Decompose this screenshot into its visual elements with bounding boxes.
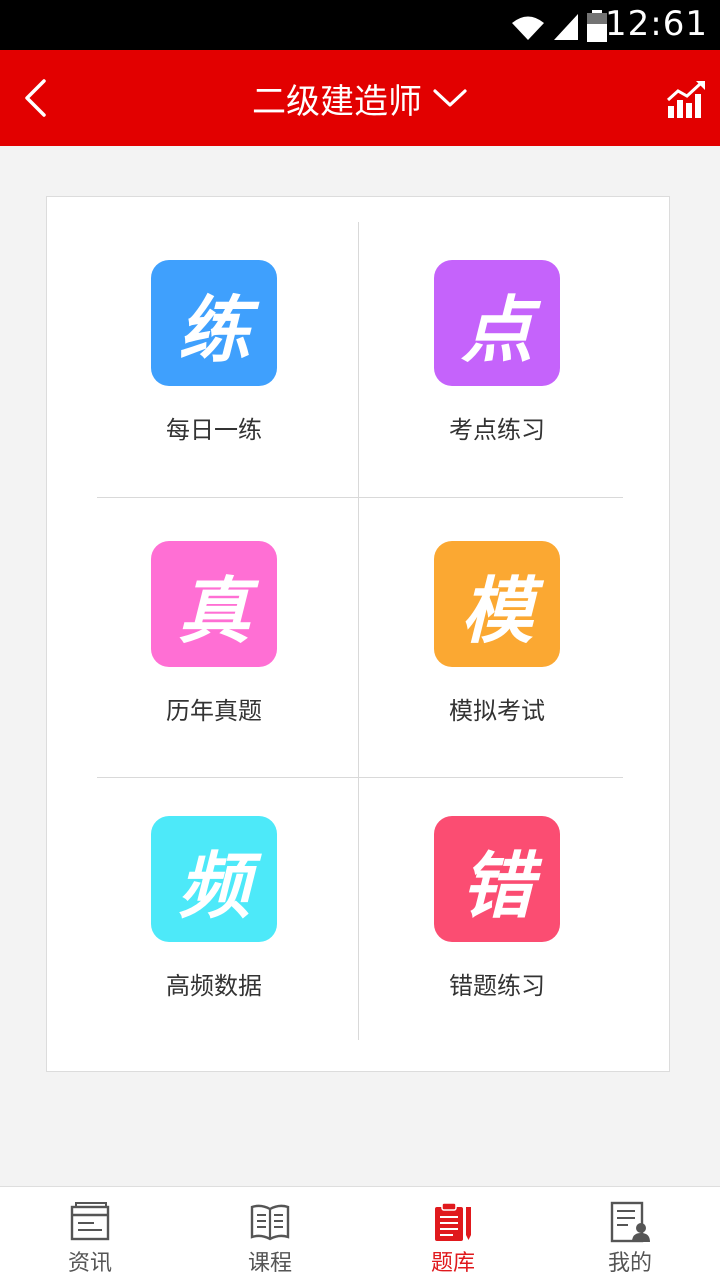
tile-label: 模拟考试 <box>449 697 545 725</box>
tile-glyph: 模 <box>460 567 533 653</box>
nav-item-courses[interactable]: 课程 <box>180 1187 360 1280</box>
tile-glyph: 练 <box>177 286 250 372</box>
wrong-questions-icon: 错 <box>434 816 560 942</box>
tile-daily-practice[interactable]: 练 每日一练 <box>97 260 347 490</box>
grid-divider <box>97 777 623 778</box>
bottom-nav: 资讯 课程 题库 我的 <box>0 1186 720 1280</box>
profile-document-icon <box>610 1201 650 1243</box>
tile-label: 错题练习 <box>449 972 545 1000</box>
tile-past-exams[interactable]: 真 历年真题 <box>97 541 347 771</box>
chevron-down-icon <box>433 89 467 107</box>
keypoint-icon: 点 <box>434 260 560 386</box>
nav-item-news[interactable]: 资讯 <box>0 1187 180 1280</box>
status-bar: 12:61 <box>0 0 720 50</box>
clipboard-pencil-icon <box>435 1202 471 1241</box>
tile-high-frequency[interactable]: 频 高频数据 <box>97 816 347 1046</box>
signal-icon <box>554 14 578 40</box>
nav-item-question-bank[interactable]: 题库 <box>363 1187 543 1280</box>
tile-label: 历年真题 <box>166 697 262 725</box>
nav-label: 资讯 <box>67 1251 112 1276</box>
tile-label: 考点练习 <box>449 416 545 444</box>
nav-item-profile[interactable]: 我的 <box>540 1187 720 1280</box>
high-frequency-icon: 频 <box>151 816 277 942</box>
grid-divider <box>97 497 623 498</box>
app-header: 二级建造师 <box>0 50 720 146</box>
tile-glyph: 频 <box>177 842 250 928</box>
status-time: 12:61 <box>605 4 708 44</box>
nav-label: 课程 <box>247 1251 292 1276</box>
daily-practice-icon: 练 <box>151 260 277 386</box>
tile-glyph: 点 <box>460 286 533 372</box>
tile-mock-exam[interactable]: 模 模拟考试 <box>380 541 630 771</box>
nav-label: 题库 <box>430 1251 475 1276</box>
page-title: 二级建造师 <box>252 81 422 122</box>
wifi-icon <box>512 16 544 40</box>
bar-chart-trend-icon[interactable] <box>666 78 708 120</box>
tile-label: 高频数据 <box>166 972 262 1000</box>
tile-keypoint-practice[interactable]: 点 考点练习 <box>380 260 630 490</box>
tile-glyph: 真 <box>177 567 250 653</box>
tile-glyph: 错 <box>460 842 533 928</box>
tile-wrong-questions[interactable]: 错 错题练习 <box>380 816 630 1046</box>
tile-label: 每日一练 <box>166 416 262 444</box>
nav-label: 我的 <box>607 1251 652 1276</box>
mock-exam-icon: 模 <box>434 541 560 667</box>
news-window-icon <box>70 1202 110 1241</box>
book-icon <box>250 1204 290 1241</box>
exam-selector[interactable]: 二级建造师 <box>0 50 720 146</box>
past-exams-icon: 真 <box>151 541 277 667</box>
grid-divider <box>358 222 359 1040</box>
question-bank-grid: 练 每日一练 点 考点练习 真 历年真题 模 模拟考试 频 高频数据 错 错题练… <box>46 196 670 1072</box>
status-icons <box>510 8 608 42</box>
